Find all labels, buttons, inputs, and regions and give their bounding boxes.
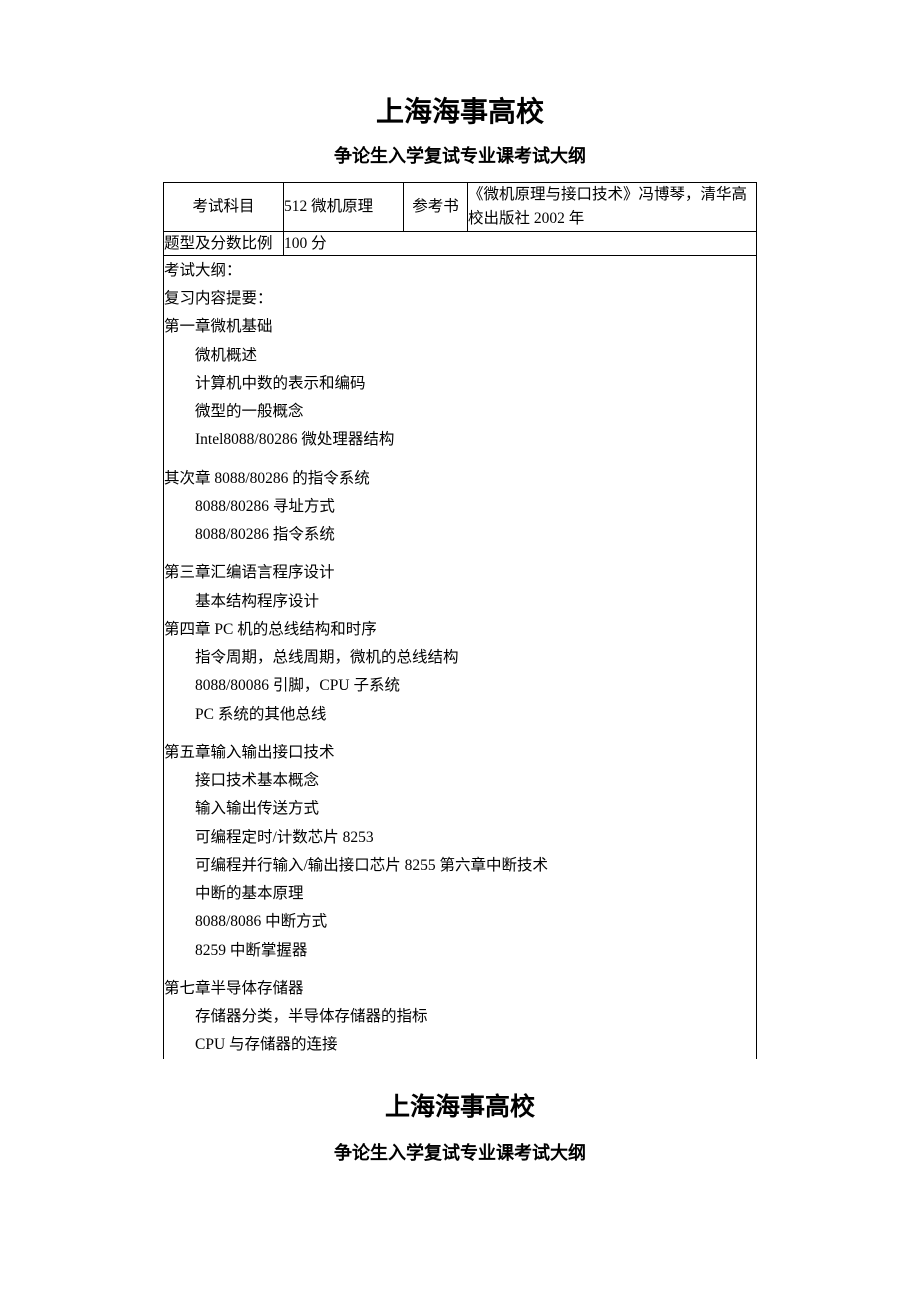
content-line: 8088/80086 引脚，CPU 子系统 [164,672,756,700]
content-line: 计算机中数的表示和编码 [164,369,756,397]
content-line: 第一章微机基础 [164,313,756,341]
footer-title: 上海海事高校 [80,1087,840,1123]
subject-value: 512 微机原理 [284,183,404,232]
content-line: 可编程并行输入/输出接口芯片 8255 第六章中断技术 [164,851,756,879]
content-line: 第五章输入输出接口技术 [164,738,756,766]
content-line: 指令周期，总线周期，微机的总线结构 [164,644,756,672]
content-line: PC 系统的其他总线 [164,700,756,728]
reference-value: 《微机原理与接口技术》冯博琴，清华高校出版社 2002 年 [468,183,757,232]
content-line: 8088/80286 寻址方式 [164,492,756,520]
content-line: 8088/8086 中断方式 [164,908,756,936]
content-line: 8088/80286 指令系统 [164,521,756,549]
content-line: 微机概述 [164,341,756,369]
reference-label: 参考书 [404,183,468,232]
content-line: 基本结构程序设计 [164,587,756,615]
content-line: 其次章 8088/80286 的指令系统 [164,464,756,492]
score-label: 题型及分数比例 [164,232,284,256]
content-line: 第四章 PC 机的总线结构和时序 [164,615,756,643]
document-page: 上海海事高校 争论生入学复试专业课考试大纲 考试科目 512 微机原理 参考书 … [80,0,840,1225]
content-line: 8259 中断掌握器 [164,936,756,964]
score-value: 100 分 [284,232,757,256]
content-line: CPU 与存储器的连接 [164,1031,756,1059]
content-line: 中断的基本原理 [164,880,756,908]
subject-label: 考试科目 [164,183,284,232]
content-line: Intel8088/80286 微处理器结构 [164,426,756,454]
content-line: 可编程定时/计数芯片 8253 [164,823,756,851]
content-line: 输入输出传送方式 [164,795,756,823]
syllabus-table: 考试科目 512 微机原理 参考书 《微机原理与接口技术》冯博琴，清华高校出版社… [163,182,757,1059]
content-line: 接口技术基本概念 [164,767,756,795]
content-line: 考试大纲： [164,256,756,284]
table-row: 题型及分数比例 100 分 [164,232,757,256]
table-row: 考试科目 512 微机原理 参考书 《微机原理与接口技术》冯博琴，清华高校出版社… [164,183,757,232]
page-title: 上海海事高校 [80,90,840,130]
syllabus-content: 考试大纲： 复习内容提要： 第一章微机基础 微机概述 计算机中数的表示和编码 微… [164,256,757,1059]
table-row: 考试大纲： 复习内容提要： 第一章微机基础 微机概述 计算机中数的表示和编码 微… [164,256,757,1059]
content-line: 存储器分类，半导体存储器的指标 [164,1003,756,1031]
content-line: 第七章半导体存储器 [164,974,756,1002]
content-line: 微型的一般概念 [164,398,756,426]
footer-subtitle: 争论生入学复试专业课考试大纲 [80,1139,840,1165]
content-line: 第三章汇编语言程序设计 [164,559,756,587]
content-line: 复习内容提要： [164,285,756,313]
page-subtitle: 争论生入学复试专业课考试大纲 [80,142,840,168]
